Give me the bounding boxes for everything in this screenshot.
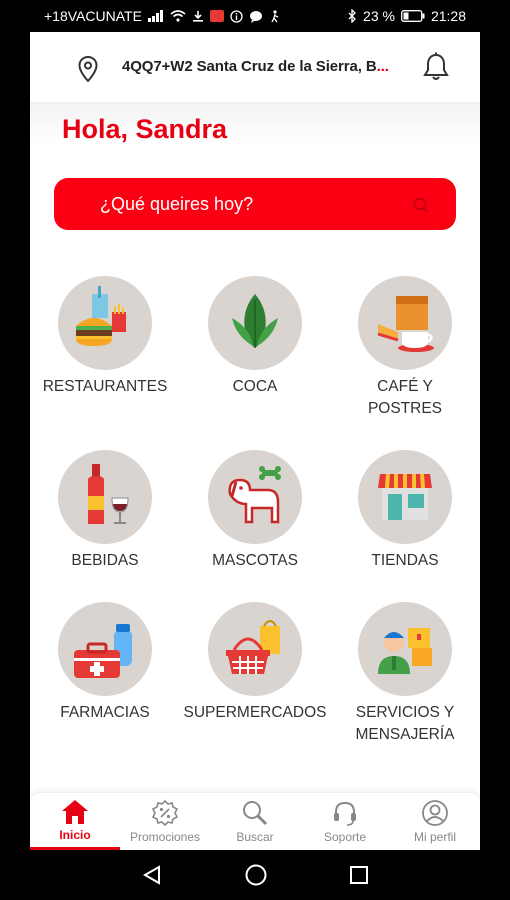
- shopping-basket-icon: [208, 602, 302, 696]
- category-tiendas[interactable]: TIENDAS: [330, 450, 480, 572]
- burger-fries-icon: [58, 276, 152, 370]
- search-bar[interactable]: ¿Qué queires hoy?: [54, 178, 456, 230]
- category-label: SUPERMERCADOS: [183, 704, 327, 721]
- bluetooth-icon: [348, 9, 356, 23]
- recents-icon[interactable]: [349, 865, 369, 885]
- delivery-address[interactable]: 4QQ7+W2 Santa Cruz de la Sierra, B...: [122, 58, 389, 75]
- percent-badge-icon: [151, 799, 179, 827]
- battery-percent: 23 %: [363, 8, 395, 24]
- coffee-cake-icon: [358, 276, 452, 370]
- category-label: FARMACIAS: [60, 704, 150, 721]
- nav-label: Mi perfil: [413, 830, 456, 844]
- download-icon: [192, 11, 203, 22]
- carrier-label: +18VACUNATE: [44, 8, 142, 24]
- system-navigation-bar: [30, 850, 480, 900]
- coca-leaves-icon: [208, 276, 302, 370]
- nav-item-buscar[interactable]: Buscar: [210, 793, 300, 850]
- bottle-wine-icon: [58, 450, 152, 544]
- dog-bone-icon: [208, 450, 302, 544]
- home-icon: [62, 800, 88, 824]
- storefront-icon: [358, 450, 452, 544]
- address-text: 4QQ7+W2 Santa Cruz de la Sierra, B: [122, 58, 377, 75]
- chat-icon: [249, 10, 262, 23]
- nav-item-inicio[interactable]: Inicio: [30, 793, 120, 850]
- nav-item-mi-perfil[interactable]: Mi perfil: [390, 793, 480, 850]
- nav-label: Buscar: [236, 830, 274, 844]
- nav-label: Soporte: [323, 830, 367, 844]
- back-icon[interactable]: [141, 864, 163, 886]
- category-farmacias[interactable]: FARMACIAS: [30, 602, 180, 724]
- category-restaurantes[interactable]: RESTAURANTES: [30, 276, 180, 398]
- category-label: RESTAURANTES: [42, 378, 168, 395]
- status-bar: +18VACUNATE 23 % 21:28: [30, 0, 480, 32]
- category-servicios-y-mensajeria[interactable]: SERVICIOS Y MENSAJERÍA: [330, 602, 480, 746]
- signal-icon: [147, 10, 163, 22]
- battery-icon: [401, 10, 425, 22]
- location-pin-icon[interactable]: [78, 56, 98, 82]
- first-aid-kit-icon: [58, 602, 152, 696]
- info-icon: [230, 9, 243, 23]
- home-circle-icon[interactable]: [244, 863, 268, 887]
- category-label: MASCOTAS: [212, 552, 298, 569]
- category-cafe-y-postres[interactable]: CAFÉ Y POSTRES: [330, 276, 480, 420]
- headset-icon: [334, 801, 356, 826]
- clock-time: 21:28: [430, 8, 466, 24]
- search-icon[interactable]: [412, 196, 430, 214]
- category-label: BEBIDAS: [71, 552, 139, 569]
- bottom-navigation: Inicio Promociones Buscar Soporte Mi per…: [30, 792, 480, 850]
- bell-icon[interactable]: [422, 52, 450, 82]
- category-mascotas[interactable]: MASCOTAS: [180, 450, 330, 572]
- category-bebidas[interactable]: BEBIDAS: [30, 450, 180, 572]
- category-label: SERVICIOS Y MENSAJERÍA: [355, 704, 455, 743]
- category-label: TIENDAS: [371, 552, 439, 569]
- nav-item-promociones[interactable]: Promociones: [120, 793, 210, 850]
- category-coca[interactable]: COCA: [180, 276, 330, 398]
- greeting-title: Hola, Sandra: [62, 114, 228, 144]
- search-icon: [243, 801, 268, 826]
- nav-label: Promociones: [129, 830, 201, 844]
- delivery-person-icon: [358, 602, 452, 696]
- category-label: COCA: [232, 378, 278, 395]
- category-label: CAFÉ Y POSTRES: [367, 378, 443, 417]
- person-walk-icon: [271, 9, 279, 22]
- user-icon: [422, 800, 448, 826]
- category-supermercados[interactable]: SUPERMERCADOS: [180, 602, 330, 724]
- app-screen: +18VACUNATE 23 % 21:28 4QQ7+W2 Santa Cru…: [30, 0, 480, 900]
- wifi-icon: [170, 10, 186, 22]
- nav-item-soporte[interactable]: Soporte: [300, 793, 390, 850]
- address-ellipsis: ...: [376, 58, 389, 75]
- search-placeholder: ¿Qué queires hoy?: [100, 193, 254, 214]
- nav-label: Inicio: [59, 828, 91, 842]
- app-notification-icon: [209, 10, 224, 22]
